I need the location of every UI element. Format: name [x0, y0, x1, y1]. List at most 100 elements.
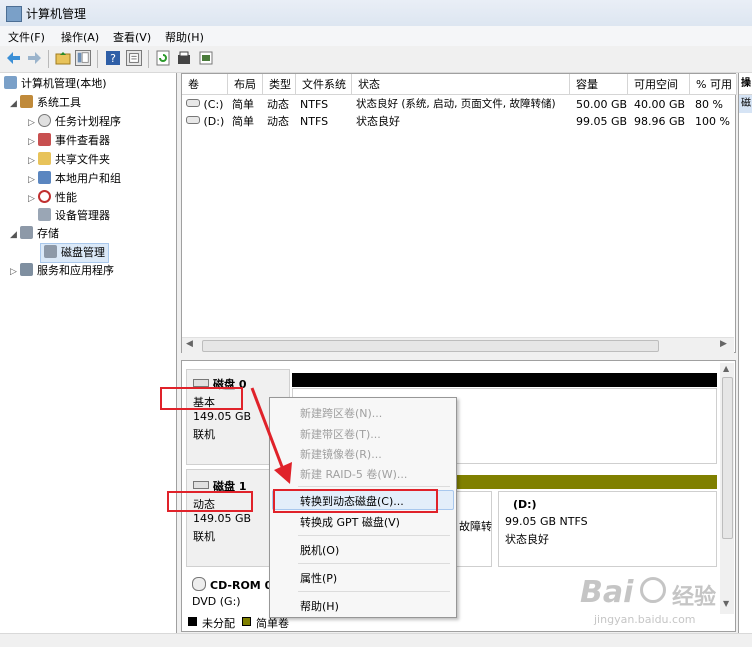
tree-task-scheduler[interactable]: ▷ 任务计划程序: [28, 113, 121, 131]
event-viewer-icon: [38, 133, 51, 146]
performance-icon: [38, 190, 51, 203]
column-header-status[interactable]: 状态: [352, 74, 570, 95]
volume-c-status: 故障转: [459, 520, 492, 533]
cell-type: 动态: [267, 98, 289, 111]
toolbar: ?: [0, 46, 752, 73]
tree-device-manager[interactable]: 设备管理器: [38, 207, 110, 225]
menu-help[interactable]: 帮助(H): [165, 29, 204, 45]
menu-action[interactable]: 操作(A): [61, 29, 99, 45]
cell-free-space: 98.96 GB: [634, 115, 686, 128]
properties-icon[interactable]: [176, 50, 192, 66]
cell-status: 状态良好 (系统, 启动, 页面文件, 故障转储): [356, 98, 556, 110]
menu-separator: [298, 486, 450, 487]
tree-task-scheduler-label: 任务计划程序: [55, 115, 121, 128]
scroll-left-icon[interactable]: ◀: [186, 339, 193, 349]
expanded-arrow-icon[interactable]: ◢: [10, 95, 20, 113]
shared-folder-icon: [38, 152, 51, 165]
menu-item-new-striped-volume: 新建带区卷(T)...: [300, 428, 381, 441]
toolbar-separator: [48, 50, 49, 68]
menu-item-offline[interactable]: 脱机(O): [300, 542, 339, 558]
cdrom-type: DVD (G:): [192, 595, 241, 608]
tree-local-users-label: 本地用户和组: [55, 172, 121, 185]
help-icon[interactable]: ?: [105, 50, 121, 66]
watermark-brand-2: 经验: [672, 585, 717, 610]
tree-services-apps-label: 服务和应用程序: [37, 264, 114, 277]
tree-services-apps[interactable]: ▷ 服务和应用程序: [10, 262, 114, 280]
horizontal-scrollbar[interactable]: ◀ ▶: [182, 337, 734, 353]
cell-layout: 简单: [232, 115, 254, 128]
tree-root[interactable]: 计算机管理(本地): [4, 75, 107, 93]
hard-disk-icon: [193, 379, 209, 387]
export-icon[interactable]: [198, 50, 214, 66]
expanded-arrow-icon[interactable]: ◢: [10, 226, 20, 244]
show-tree-icon[interactable]: [75, 50, 91, 66]
volume-d-size: 99.05 GB NTFS: [505, 515, 588, 528]
annotation-box-dynamic: [167, 491, 253, 512]
cell-capacity: 50.00 GB: [576, 98, 628, 111]
tree-performance[interactable]: ▷ 性能: [28, 189, 77, 207]
column-header-type[interactable]: 类型: [263, 74, 296, 95]
disk-1-size: 149.05 GB: [193, 512, 252, 525]
cell-free-space: 40.00 GB: [634, 98, 686, 111]
menu-item-properties[interactable]: 属性(P): [300, 570, 337, 586]
cd-drive-icon: [192, 577, 206, 591]
collapsed-arrow-icon[interactable]: ▷: [28, 152, 38, 170]
toolbar-separator: [97, 50, 98, 68]
scrollbar-thumb[interactable]: [722, 377, 733, 539]
annotation-arrow-icon: [250, 387, 292, 484]
menu-file[interactable]: 文件(F): [8, 29, 45, 45]
collapsed-arrow-icon[interactable]: ▷: [28, 171, 38, 189]
volume-list: 卷 布局 类型 文件系统 状态 容量 可用空间 % 可用 (C:) 简单 动态 …: [181, 73, 737, 353]
volume-d-status: 状态良好: [505, 533, 549, 546]
forward-arrow-icon[interactable]: [26, 50, 42, 66]
tree-shared-folders[interactable]: ▷ 共享文件夹: [28, 151, 110, 169]
table-row[interactable]: (D:): [186, 113, 224, 130]
column-header-volume[interactable]: 卷: [182, 74, 228, 95]
details-icon[interactable]: [126, 50, 142, 66]
tree-performance-label: 性能: [55, 191, 77, 204]
menu-item-convert-to-gpt[interactable]: 转换成 GPT 磁盘(V): [300, 514, 400, 530]
disk-1-state: 联机: [193, 530, 215, 543]
column-header-capacity[interactable]: 容量: [570, 74, 628, 95]
unallocated-swatch: [188, 617, 197, 626]
clock-icon: [38, 114, 51, 127]
tree-storage[interactable]: ◢ 存储: [10, 225, 59, 243]
scroll-right-icon[interactable]: ▶: [720, 339, 727, 349]
tree-event-viewer[interactable]: ▷ 事件查看器: [28, 132, 110, 150]
simple-volume-swatch: [242, 617, 251, 626]
paw-icon: [640, 577, 666, 603]
up-folder-icon[interactable]: [55, 50, 71, 66]
collapsed-arrow-icon[interactable]: ▷: [28, 114, 38, 132]
tree-local-users[interactable]: ▷ 本地用户和组: [28, 170, 121, 188]
tree-system-tools[interactable]: ◢ 系统工具: [10, 94, 81, 112]
status-bar: [0, 633, 752, 647]
column-header-layout[interactable]: 布局: [228, 74, 263, 95]
volume-d-label: (D:): [513, 498, 537, 511]
menu-bar: 文件(F) 操作(A) 查看(V) 帮助(H): [0, 26, 752, 46]
column-header-free-space[interactable]: 可用空间: [628, 74, 690, 95]
scroll-up-icon[interactable]: ▲: [723, 364, 729, 373]
cell-volume: (D:): [203, 115, 225, 128]
menu-view[interactable]: 查看(V): [113, 29, 151, 45]
collapsed-arrow-icon[interactable]: ▷: [28, 190, 38, 208]
cell-type: 动态: [267, 115, 289, 128]
disk-0-state: 联机: [193, 428, 215, 441]
menu-item-help[interactable]: 帮助(H): [300, 598, 339, 614]
svg-text:?: ?: [110, 52, 116, 65]
table-row[interactable]: (C:): [186, 96, 223, 113]
column-header-percent-free[interactable]: % 可用: [690, 74, 737, 95]
menu-separator: [298, 563, 450, 564]
actions-item[interactable]: 磁: [739, 95, 752, 113]
back-arrow-icon[interactable]: [6, 50, 22, 66]
menu-item-new-spanned-volume: 新建跨区卷(N)...: [300, 407, 383, 420]
tree-disk-management[interactable]: 磁盘管理: [40, 243, 109, 263]
column-header-filesystem[interactable]: 文件系统: [296, 74, 352, 95]
menu-separator: [298, 591, 450, 592]
drive-icon: [186, 99, 200, 107]
collapsed-arrow-icon[interactable]: ▷: [10, 263, 20, 281]
collapsed-arrow-icon[interactable]: ▷: [28, 133, 38, 151]
cell-percent-free: 80 %: [695, 98, 723, 111]
refresh-icon[interactable]: [155, 50, 171, 66]
scrollbar-thumb[interactable]: [202, 340, 659, 352]
disk-1-volume-d[interactable]: (D:) 99.05 GB NTFS 状态良好: [498, 491, 717, 567]
